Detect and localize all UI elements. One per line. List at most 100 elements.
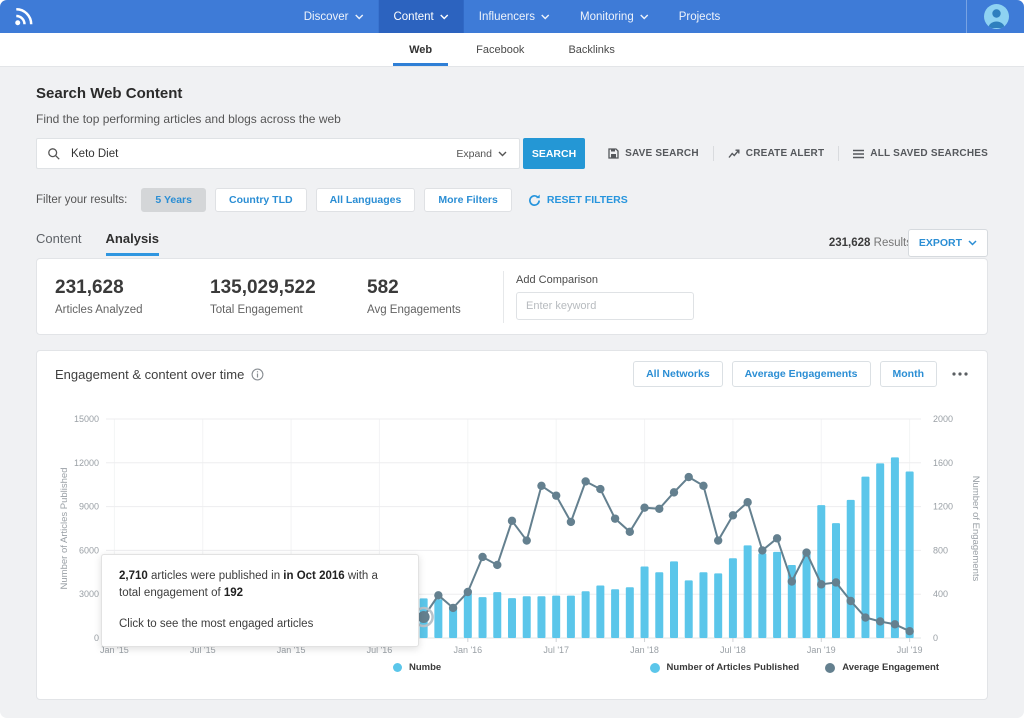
- chart-tooltip[interactable]: 2,710 articles were published in in Oct …: [101, 554, 419, 647]
- filter-chip-languages[interactable]: All Languages: [316, 188, 416, 212]
- tab-content[interactable]: Content: [36, 231, 82, 256]
- list-icon: [853, 149, 864, 159]
- comparison-keyword-input[interactable]: [516, 292, 694, 320]
- stat-value: 135,029,522: [210, 277, 349, 299]
- chart-controls: All Networks Average Engagements Month: [633, 361, 969, 387]
- svg-text:Jul '17: Jul '17: [543, 645, 569, 655]
- buzzsumo-logo-icon[interactable]: [11, 4, 36, 34]
- chevron-down-icon: [354, 14, 363, 20]
- svg-text:1200: 1200: [933, 502, 953, 512]
- legend-dot-bars: [650, 663, 660, 673]
- main-nav: Discover Content Influencers Monitoring …: [289, 0, 736, 33]
- user-avatar[interactable]: [984, 4, 1009, 29]
- save-search-button[interactable]: SAVE SEARCH: [608, 148, 699, 159]
- tab-analysis[interactable]: Analysis: [106, 231, 159, 256]
- interval-filter-button[interactable]: Month: [880, 361, 938, 387]
- svg-text:Jul '19: Jul '19: [897, 645, 923, 655]
- chart-header: Engagement & content over time All Netwo…: [37, 351, 987, 397]
- filter-label: Filter your results:: [36, 194, 127, 206]
- nav-item-projects[interactable]: Projects: [664, 0, 736, 33]
- nav-item-content[interactable]: Content: [378, 0, 463, 33]
- filter-chip-more-filters[interactable]: More Filters: [424, 188, 512, 212]
- search-input[interactable]: [69, 147, 456, 161]
- nav-label: Influencers: [479, 11, 535, 23]
- sub-nav: Web Facebook Backlinks: [0, 33, 1024, 67]
- stat-label: Avg Engagements: [367, 304, 503, 316]
- results-suffix: Results: [874, 237, 912, 249]
- svg-text:Jan '18: Jan '18: [630, 645, 659, 655]
- metric-filter-button[interactable]: Average Engagements: [732, 361, 871, 387]
- nav-label: Content: [393, 11, 433, 23]
- trending-icon: [728, 149, 740, 159]
- comparison-label: Add Comparison: [516, 274, 694, 286]
- legend-dot-bars: [393, 663, 402, 672]
- tab-web[interactable]: Web: [387, 33, 454, 66]
- expand-toggle[interactable]: Expand: [456, 148, 507, 160]
- chart-title: Engagement & content over time: [55, 367, 264, 382]
- legend-dot-line: [825, 663, 835, 673]
- results-count: 231,628 Results: [829, 237, 912, 249]
- add-comparison: Add Comparison: [516, 274, 694, 320]
- top-nav: Discover Content Influencers Monitoring …: [0, 0, 1024, 33]
- info-icon[interactable]: [251, 368, 264, 381]
- svg-text:2000: 2000: [933, 414, 953, 424]
- svg-text:15000: 15000: [74, 414, 99, 424]
- stat-label: Total Engagement: [210, 304, 349, 316]
- reset-label: RESET FILTERS: [547, 194, 628, 206]
- search-box: Expand: [36, 138, 520, 169]
- svg-text:400: 400: [933, 589, 948, 599]
- reset-filters-button[interactable]: RESET FILTERS: [528, 194, 628, 207]
- export-label: EXPORT: [919, 237, 962, 249]
- svg-text:6000: 6000: [79, 545, 99, 555]
- filter-chip-country-tld[interactable]: Country TLD: [215, 188, 307, 212]
- svg-text:0: 0: [94, 633, 99, 643]
- page-subtitle: Find the top performing articles and blo…: [36, 112, 341, 126]
- legend-label: Average Engagement: [842, 662, 939, 673]
- svg-text:Jul '18: Jul '18: [720, 645, 746, 655]
- legend-partial-label: Numbe: [409, 662, 441, 673]
- results-tabs: Content Analysis: [36, 231, 159, 256]
- tab-label: Web: [409, 44, 432, 56]
- legend-partial: Numbe: [393, 662, 441, 673]
- action-label: ALL SAVED SEARCHES: [870, 148, 988, 159]
- chevron-down-icon: [498, 151, 507, 157]
- divider: [503, 271, 504, 323]
- divider: [838, 146, 839, 161]
- search-button[interactable]: SEARCH: [523, 138, 585, 169]
- networks-filter-button[interactable]: All Networks: [633, 361, 723, 387]
- action-label: CREATE ALERT: [746, 148, 825, 159]
- save-icon: [608, 148, 619, 159]
- filter-chip-date-range[interactable]: 5 Years: [141, 188, 206, 212]
- stat-articles-analyzed: 231,628 Articles Analyzed: [55, 277, 192, 316]
- nav-item-discover[interactable]: Discover: [289, 0, 379, 33]
- tab-backlinks[interactable]: Backlinks: [546, 33, 636, 66]
- legend-item-engagement[interactable]: Average Engagement: [825, 662, 939, 673]
- nav-item-influencers[interactable]: Influencers: [464, 0, 565, 33]
- stat-avg-engagements: 582 Avg Engagements: [367, 277, 503, 316]
- nav-label: Monitoring: [580, 11, 634, 23]
- stat-total-engagement: 135,029,522 Total Engagement: [210, 277, 349, 316]
- tab-label: Facebook: [476, 44, 524, 56]
- all-saved-searches-button[interactable]: ALL SAVED SEARCHES: [853, 148, 988, 159]
- svg-text:800: 800: [933, 545, 948, 555]
- search-actions: SAVE SEARCH CREATE ALERT ALL SAVED SEARC…: [608, 138, 988, 169]
- page-title: Search Web Content: [36, 85, 182, 102]
- svg-text:Jan '19: Jan '19: [807, 645, 836, 655]
- export-button[interactable]: EXPORT: [908, 229, 988, 257]
- ellipsis-icon[interactable]: [951, 371, 969, 377]
- expand-label: Expand: [456, 148, 492, 160]
- legend-item-articles[interactable]: Number of Articles Published: [650, 662, 800, 673]
- nav-item-monitoring[interactable]: Monitoring: [565, 0, 664, 33]
- tab-facebook[interactable]: Facebook: [454, 33, 546, 66]
- filter-row: Filter your results: 5 Years Country TLD…: [36, 188, 988, 212]
- legend-label: Number of Articles Published: [667, 662, 800, 673]
- svg-text:9000: 9000: [79, 502, 99, 512]
- results-number: 231,628: [829, 237, 871, 249]
- refresh-icon: [528, 194, 541, 207]
- create-alert-button[interactable]: CREATE ALERT: [728, 148, 825, 159]
- divider: [713, 146, 714, 161]
- chevron-down-icon: [440, 14, 449, 20]
- svg-text:Number of Articles Published: Number of Articles Published: [59, 468, 70, 590]
- chart-legend: Number of Articles Published Average Eng…: [650, 662, 939, 673]
- action-label: SAVE SEARCH: [625, 148, 699, 159]
